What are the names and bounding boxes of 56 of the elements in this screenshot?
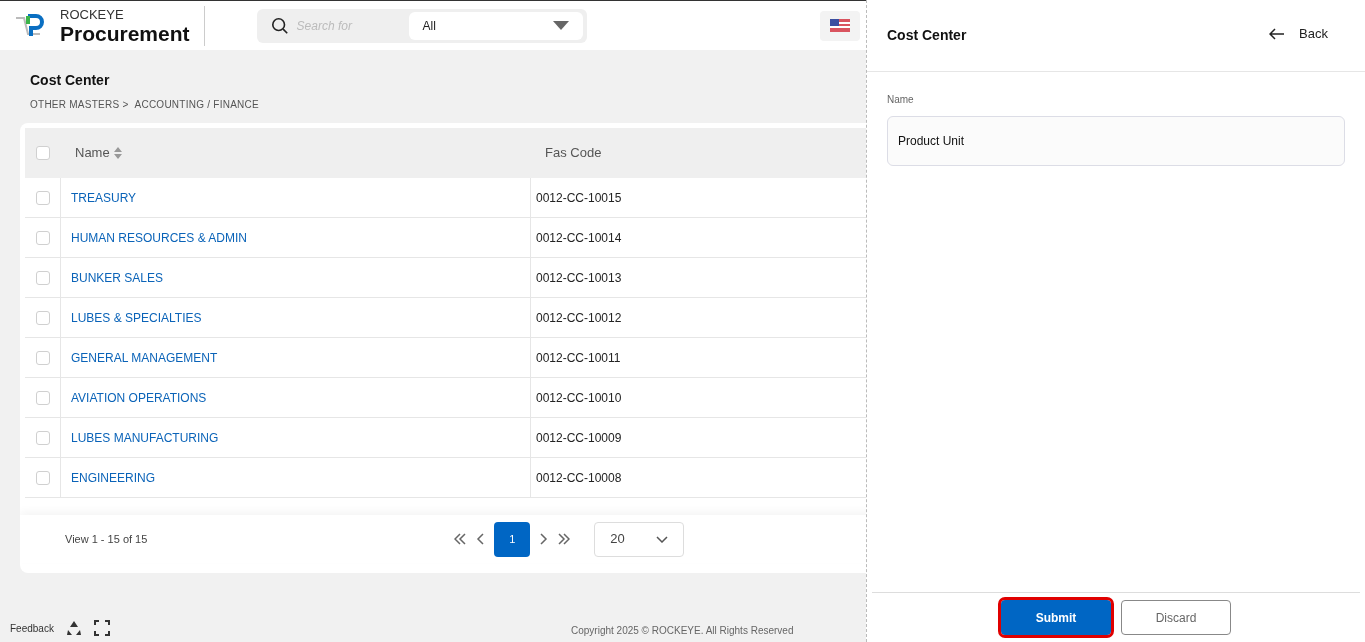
submit-button[interactable]: Submit — [1001, 600, 1111, 635]
brand-tagline: ROCKEYE — [60, 7, 125, 21]
cost-center-link[interactable]: HUMAN RESOURCES & ADMIN — [71, 228, 248, 247]
sort-icon[interactable] — [113, 147, 122, 159]
fas-code-cell: 0012-CC-10014 — [536, 230, 622, 245]
row-checkbox[interactable] — [35, 390, 50, 405]
search-icon — [270, 16, 289, 35]
row-checkbox[interactable] — [35, 470, 50, 485]
page-button[interactable]: 1 — [494, 521, 531, 557]
row-checkbox[interactable] — [35, 270, 50, 285]
row-checkbox[interactable] — [35, 430, 50, 445]
next-page-icon[interactable] — [540, 533, 549, 545]
drawer-title: Cost Center — [887, 26, 967, 45]
row-checkbox[interactable] — [35, 350, 50, 365]
page-size-select[interactable]: 20 — [594, 521, 685, 557]
brand-name: Procurement — [60, 22, 190, 44]
scope-select[interactable]: All — [408, 11, 583, 40]
field-label: Name — [887, 94, 914, 105]
cost-center-link[interactable]: TREASURY — [71, 188, 137, 207]
fas-code-cell: 0012-CC-10009 — [536, 430, 622, 445]
cost-center-link[interactable]: ENGINEERING — [71, 468, 155, 487]
breadcrumb-item[interactable]: ACCOUNTING / FINANCE — [134, 97, 259, 112]
fas-code-cell: 0012-CC-10012 — [536, 310, 622, 325]
chevron-down-icon — [656, 535, 669, 543]
name-field[interactable]: Product Unit — [887, 116, 1345, 166]
last-page-icon[interactable] — [558, 533, 571, 545]
fas-code-cell: 0012-CC-10008 — [536, 470, 622, 485]
cost-center-link[interactable]: LUBES MANUFACTURING — [71, 428, 219, 447]
previous-page-icon[interactable] — [476, 533, 485, 545]
feedback-link[interactable]: Feedback — [10, 620, 54, 636]
fullscreen-icon[interactable] — [93, 620, 110, 636]
flag-icon — [829, 19, 850, 32]
row-checkbox[interactable] — [35, 310, 50, 325]
records-summary: View 1 - 15 of 15 — [65, 531, 148, 547]
copyright-text: Copyright 2025 © ROCKEYE. All Rights Reserved — [571, 624, 794, 638]
row-checkbox[interactable] — [35, 190, 50, 205]
language-button[interactable] — [819, 10, 860, 41]
cost-center-link[interactable]: BUNKER SALES — [71, 268, 164, 287]
breadcrumb-item[interactable]: OTHER MASTERS > — [30, 97, 129, 112]
cost-center-link[interactable]: GENERAL MANAGEMENT — [71, 348, 218, 367]
first-page-icon[interactable] — [454, 533, 467, 545]
column-header[interactable]: Name — [75, 143, 110, 163]
fas-code-cell: 0012-CC-10011 — [536, 350, 621, 365]
column-header[interactable]: Fas Code — [545, 143, 602, 163]
fas-code-cell: 0012-CC-10010 — [536, 390, 622, 405]
fas-code-cell: 0012-CC-10015 — [536, 190, 622, 205]
back-button[interactable]: Back — [1269, 23, 1328, 44]
row-checkbox[interactable] — [35, 230, 50, 245]
caret-icon — [552, 21, 569, 30]
discard-button[interactable]: Discard — [1121, 600, 1231, 635]
cost-center-link[interactable]: LUBES & SPECIALTIES — [71, 308, 202, 327]
fas-code-cell: 0012-CC-10013 — [536, 270, 622, 285]
arrow-left-icon — [1269, 27, 1286, 40]
cost-center-link[interactable]: AVIATION OPERATIONS — [71, 388, 207, 407]
page-title: Cost Center — [30, 71, 111, 90]
row-checkbox[interactable] — [36, 146, 50, 160]
